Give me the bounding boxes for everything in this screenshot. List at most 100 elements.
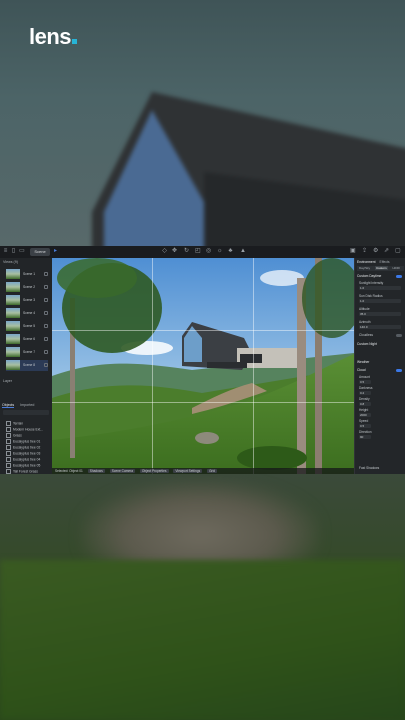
object-list-item[interactable]: Tall Forest Grass: [6, 469, 38, 474]
altitude-input[interactable]: 35.0: [359, 312, 401, 316]
logo-dot: [72, 39, 78, 44]
move-icon[interactable]: ✥: [172, 248, 177, 254]
scene-options-icon[interactable]: [44, 285, 48, 289]
cloudless-label: Cloudless: [359, 333, 373, 337]
menu-icon[interactable]: ≡: [3, 248, 8, 254]
terrain-icon[interactable]: ▲: [240, 248, 246, 254]
play-icon[interactable]: ▸: [53, 248, 58, 254]
sunlight-intensity-input[interactable]: 1.0: [359, 286, 401, 290]
background-ground: [0, 474, 405, 720]
field-label: Sun Disk Radius: [359, 294, 383, 298]
settings-icon[interactable]: ⚙: [373, 248, 378, 254]
scene-thumb-row[interactable]: Scene 6: [6, 334, 48, 345]
scene-options-icon[interactable]: [44, 337, 48, 341]
layer-label: Layer: [3, 379, 12, 383]
3d-viewport[interactable]: Selected: Object 01 Shadows Scene Camera…: [52, 258, 354, 474]
subtab-day-sky[interactable]: Day/Sky: [359, 266, 370, 270]
cloudless-toggle[interactable]: [396, 334, 402, 337]
rotate-icon[interactable]: ↻: [184, 248, 189, 254]
cloud-density-input[interactable]: 0.8: [359, 402, 371, 406]
object-list-item[interactable]: Eucalyptus tree 05: [6, 463, 40, 468]
scene-thumb-row[interactable]: Scene 1: [6, 269, 48, 280]
tree-icon[interactable]: ♣: [228, 248, 233, 254]
light-icon[interactable]: ☼: [217, 248, 223, 254]
tab-imported[interactable]: Imported: [20, 403, 34, 407]
scene-thumb-row[interactable]: Scene 7: [6, 347, 48, 358]
grid-line-v2: [253, 258, 254, 474]
scene-options-icon[interactable]: [44, 272, 48, 276]
cloud-toggle[interactable]: [396, 369, 402, 372]
scene-thumb-row[interactable]: Scene 4: [6, 308, 48, 319]
camera-icon[interactable]: ◎: [206, 248, 211, 254]
object-list-item[interactable]: Eucalyptus tree 01: [6, 439, 40, 444]
object-list-item[interactable]: Grass: [6, 433, 22, 438]
tab-objects[interactable]: Objects: [2, 403, 15, 408]
scene-thumbnail: [6, 321, 20, 331]
background-house: [92, 92, 405, 262]
cloud-darkness-input[interactable]: 0.2: [359, 391, 371, 395]
scene-options-icon[interactable]: [44, 298, 48, 302]
scene-options-icon[interactable]: [44, 311, 48, 315]
status-grid[interactable]: Grid: [207, 469, 218, 473]
cloud-speed-input[interactable]: 0.5: [359, 424, 371, 428]
scene-thumb-row[interactable]: Scene 2: [6, 282, 48, 293]
scene-label: Scene 8: [23, 363, 36, 367]
grid-line-h2: [52, 402, 354, 403]
section-cloud: Cloud: [357, 368, 366, 372]
scene-label: Scene 3: [23, 298, 36, 302]
object-list-item[interactable]: Eucalyptus tree 02: [6, 445, 40, 450]
objects-search-input[interactable]: [3, 410, 49, 415]
status-viewport-settings[interactable]: Viewport Settings: [173, 469, 203, 473]
sun-disk-radius-input[interactable]: 1.0: [359, 299, 401, 303]
export-icon[interactable]: ⇪: [362, 248, 367, 254]
status-shadows[interactable]: Shadows: [87, 469, 105, 473]
tab-effects[interactable]: Effects: [380, 260, 390, 264]
scale-icon[interactable]: ◰: [195, 248, 201, 254]
scene-thumb-row-selected[interactable]: Scene 8: [6, 360, 48, 371]
cloud-amount-input[interactable]: 0.5: [359, 380, 371, 384]
views-header: Views (9): [3, 260, 18, 264]
share-icon[interactable]: ⇗: [384, 248, 389, 254]
status-camera[interactable]: Scene Camera: [109, 469, 135, 473]
left-panel: Views (9) Scene 1 Scene 2 Scene 3 Scene …: [0, 258, 53, 474]
subtab-custom[interactable]: Custom: [375, 266, 388, 270]
section-weather: Weather: [357, 360, 370, 364]
sky-subtabs: Day/Sky Custom HDRI: [357, 266, 404, 271]
daytime-toggle[interactable]: [396, 275, 402, 278]
field-label: Height: [359, 408, 369, 412]
cloud-direction-input[interactable]: 90: [359, 435, 371, 439]
object-list-item[interactable]: Terrain: [6, 421, 23, 426]
select-icon[interactable]: ◇: [162, 248, 167, 254]
scene-thumbnail: [6, 347, 20, 357]
scene-options-icon[interactable]: [44, 363, 48, 367]
subtab-hdri[interactable]: HDRI: [393, 266, 400, 270]
field-label: Direction: [359, 430, 372, 434]
scene-thumb-row[interactable]: Scene 3: [6, 295, 48, 306]
field-label: Amount: [359, 375, 370, 379]
scene-mode-pill[interactable]: Scene: [30, 248, 50, 256]
viewport-status-bar: Selected: Object 01 Shadows Scene Camera…: [52, 468, 354, 474]
window-icon[interactable]: ▢: [395, 248, 401, 254]
scene-label: Scene 6: [23, 337, 36, 341]
scene-thumb-row[interactable]: Scene 5: [6, 321, 48, 332]
tab-environment[interactable]: Environment: [357, 260, 376, 264]
cloud-height-input[interactable]: 2000: [359, 413, 371, 417]
field-label: Speed: [359, 419, 369, 423]
background-grass: [0, 560, 405, 720]
render-icon[interactable]: ▣: [350, 248, 356, 254]
azimuth-input[interactable]: 140.0: [359, 325, 401, 329]
field-label: Altitude: [359, 307, 370, 311]
file-icon[interactable]: ▯: [11, 248, 16, 254]
scene-options-icon[interactable]: [44, 350, 48, 354]
field-label: Darkness: [359, 386, 373, 390]
section-custom-night: Custom Night: [357, 342, 377, 346]
status-object-properties[interactable]: Object Properties: [139, 469, 169, 473]
scene-label: Scene 2: [23, 285, 36, 289]
field-label: Density: [359, 397, 370, 401]
field-label: Sunlight Intensity: [359, 281, 384, 285]
scene-options-icon[interactable]: [44, 324, 48, 328]
object-list-item[interactable]: Eucalyptus tree 04: [6, 457, 40, 462]
folder-icon[interactable]: ▭: [19, 248, 25, 254]
object-list-item[interactable]: Modern House Ext...: [6, 427, 43, 432]
object-list-item[interactable]: Eucalyptus tree 03: [6, 451, 40, 456]
